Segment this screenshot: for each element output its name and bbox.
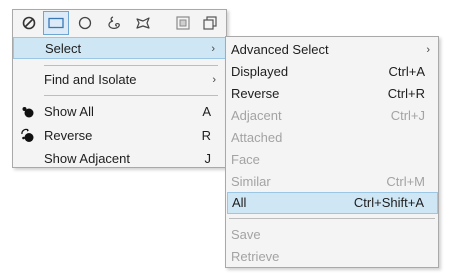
submenu-item-label: Retrieve: [231, 249, 280, 264]
menu-item-show-adjacent[interactable]: Show Adjacent J: [13, 148, 226, 170]
menu-item-label: Select: [45, 41, 82, 56]
shortcut-label: Ctrl+R: [387, 86, 425, 101]
submenu-item-adjacent[interactable]: Adjacent Ctrl+J: [226, 105, 438, 127]
submenu-item-displayed[interactable]: Displayed Ctrl+A: [226, 61, 438, 83]
submenu-item-label: Advanced Select: [231, 42, 329, 57]
shortcut-label: Ctrl+M: [386, 174, 425, 189]
selection-context-menu: Select › Find and Isolate › Show All A R…: [12, 9, 227, 168]
select-inside-icon[interactable]: [170, 11, 196, 35]
context-menu-stage: Select › Find and Isolate › Show All A R…: [0, 0, 449, 276]
menu-item-find-and-isolate[interactable]: Find and Isolate ›: [13, 69, 226, 91]
show-all-icon: [20, 104, 36, 120]
select-submenu: Advanced Select › Displayed Ctrl+A Rever…: [225, 36, 439, 268]
chevron-right-icon: ›: [426, 44, 430, 56]
selection-mode-toolbar: [13, 10, 226, 36]
shortcut-label: Ctrl+A: [388, 64, 425, 79]
menu-item-label: Reverse: [44, 128, 93, 143]
submenu-item-label: All: [232, 195, 247, 210]
reverse-display-icon: [20, 128, 36, 144]
menu-separator: [44, 95, 218, 96]
menu-item-label: Find and Isolate: [44, 72, 137, 87]
submenu-item-retrieve[interactable]: Retrieve: [226, 246, 438, 268]
submenu-item-face[interactable]: Face: [226, 149, 438, 171]
menu-item-reverse[interactable]: Reverse R: [13, 125, 226, 147]
chevron-right-icon: ›: [212, 74, 216, 86]
shortcut-label: R: [201, 128, 211, 143]
box-select-icon[interactable]: [43, 11, 69, 35]
submenu-item-label: Similar: [231, 174, 271, 189]
shortcut-label: A: [202, 104, 211, 119]
submenu-item-label: Adjacent: [231, 108, 282, 123]
polygon-select-icon[interactable]: [130, 11, 156, 35]
submenu-item-save[interactable]: Save: [226, 224, 438, 246]
menu-item-label: Show Adjacent: [44, 151, 131, 166]
submenu-item-reverse[interactable]: Reverse Ctrl+R: [226, 83, 438, 105]
freehand-select-icon[interactable]: [101, 11, 127, 35]
submenu-separator: [229, 218, 435, 219]
shortcut-label: J: [204, 151, 212, 166]
circle-select-icon[interactable]: [72, 11, 98, 35]
menu-separator: [44, 65, 218, 66]
submenu-item-attached[interactable]: Attached: [226, 127, 438, 149]
submenu-item-similar[interactable]: Similar Ctrl+M: [226, 171, 438, 193]
submenu-item-all[interactable]: All Ctrl+Shift+A: [227, 192, 438, 214]
submenu-item-label: Face: [231, 152, 260, 167]
submenu-item-label: Save: [231, 227, 261, 242]
menu-item-select[interactable]: Select ›: [13, 37, 226, 59]
menu-item-show-all[interactable]: Show All A: [13, 101, 226, 123]
submenu-item-label: Reverse: [231, 86, 280, 101]
shortcut-label: Ctrl+J: [390, 108, 425, 123]
select-overlap-icon[interactable]: [197, 11, 223, 35]
shortcut-label: Ctrl+Shift+A: [353, 195, 424, 210]
chevron-right-icon: ›: [211, 43, 215, 55]
submenu-item-label: Displayed: [231, 64, 289, 79]
submenu-item-advanced-select[interactable]: Advanced Select ›: [226, 39, 438, 61]
menu-item-label: Show All: [44, 104, 94, 119]
no-selection-icon[interactable]: [16, 11, 42, 35]
submenu-item-label: Attached: [231, 130, 283, 145]
